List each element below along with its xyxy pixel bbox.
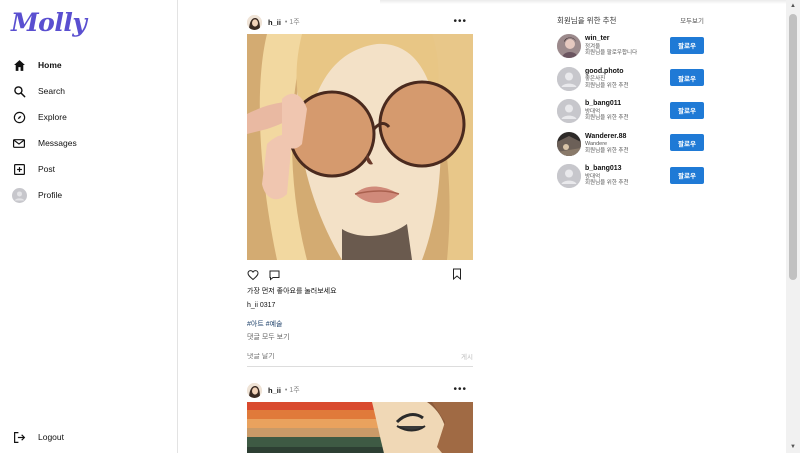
sidebar-item-label: Search bbox=[38, 86, 65, 96]
suggestion-item: b_bang011 방대억 회원님을 위한 추천 팔로우 bbox=[557, 98, 704, 125]
post: h_ii • 1주 ••• bbox=[247, 11, 473, 367]
suggestion-fullname: Wandere bbox=[585, 141, 608, 148]
sidebar-item-profile[interactable]: Profile bbox=[0, 182, 178, 208]
suggestion-item: good.photo 좋은사진 회원님을 위한 추천 팔로우 bbox=[557, 65, 704, 92]
bookmark-icon[interactable] bbox=[452, 268, 465, 281]
post-divider bbox=[247, 366, 473, 367]
suggestion-username[interactable]: b_bang011 bbox=[585, 100, 629, 108]
suggestions-header: 회원님을 위한 추천 모두보기 bbox=[557, 13, 704, 27]
suggestion-item: b_bang013 방대억 회원님을 위한 추천 팔로우 bbox=[557, 163, 704, 190]
comment-input[interactable] bbox=[247, 352, 397, 360]
avatar[interactable] bbox=[247, 382, 262, 398]
comment-icon[interactable] bbox=[268, 269, 281, 282]
sidebar-item-label: Profile bbox=[38, 190, 63, 200]
sidebar-item-label: Home bbox=[38, 60, 62, 70]
follow-button[interactable]: 팔로우 bbox=[670, 101, 704, 119]
follow-button[interactable]: 팔로우 bbox=[670, 69, 704, 86]
sidebar-item-search[interactable]: Search bbox=[0, 78, 178, 104]
avatar[interactable] bbox=[557, 131, 581, 156]
suggestion-reason: 회원님을 위한 추천 bbox=[585, 82, 629, 89]
see-all-link[interactable]: 모두보기 bbox=[680, 15, 704, 25]
avatar[interactable] bbox=[557, 66, 581, 91]
post-time: • 1주 bbox=[284, 387, 300, 394]
suggestion-text: good.photo 좋은사진 회원님을 위한 추천 bbox=[585, 68, 629, 90]
mail-icon bbox=[11, 135, 27, 151]
suggestion-reason: 회원님을 위한 추천 bbox=[585, 115, 629, 122]
suggestion-username[interactable]: good.photo bbox=[585, 68, 629, 76]
logout-icon bbox=[11, 429, 27, 445]
suggestions-title: 회원님을 위한 추천 bbox=[557, 15, 617, 25]
suggestion-username[interactable]: Wanderer.88 bbox=[585, 133, 629, 141]
view-all-comments-link[interactable]: 댓글 모두 보기 bbox=[247, 332, 473, 342]
suggestion-item: Wanderer.88 Wandere 회원님을 위한 추천 팔로우 bbox=[557, 130, 704, 157]
follow-button[interactable]: 팔로우 bbox=[670, 134, 704, 151]
suggestion-reason: 회원님을 위한 추천 bbox=[585, 147, 629, 154]
search-icon bbox=[11, 83, 27, 99]
suggestion-text: b_bang011 방대억 회원님을 위한 추천 bbox=[585, 100, 629, 122]
sidebar: Molly Home Search Explore Messages Post … bbox=[0, 0, 178, 453]
sidebar-item-label: Explore bbox=[38, 112, 67, 122]
post: h_ii • 1주 ••• bbox=[247, 379, 473, 453]
post-comment-button[interactable]: 게시 bbox=[461, 351, 473, 361]
post-hashtags[interactable]: #아트 #예술 bbox=[247, 319, 473, 329]
app-logo[interactable]: Molly bbox=[11, 8, 87, 37]
suggestion-username[interactable]: b_bang013 bbox=[585, 165, 629, 173]
avatar[interactable] bbox=[557, 99, 581, 123]
post-header: h_ii • 1주 ••• bbox=[247, 379, 473, 401]
more-options-icon[interactable]: ••• bbox=[453, 384, 467, 395]
comment-row: 게시 bbox=[247, 350, 473, 362]
sidebar-item-post[interactable]: Post bbox=[0, 156, 178, 182]
post-actions bbox=[247, 264, 473, 286]
sidebar-item-explore[interactable]: Explore bbox=[0, 104, 178, 130]
feed: h_ii • 1주 ••• 가장 먼저 좋아요를 눌러보세요 h_ii 0317… bbox=[247, 0, 473, 453]
avatar[interactable] bbox=[247, 14, 262, 30]
suggestion-text: b_bang013 방대억 회원님을 위한 추천 bbox=[585, 165, 629, 187]
home-icon bbox=[11, 57, 27, 73]
post-caption: h_ii 0317 bbox=[247, 302, 276, 309]
suggestion-fullname: 좋은사진 bbox=[585, 76, 606, 83]
likes-text: 가장 먼저 좋아요를 눌러보세요 bbox=[247, 288, 337, 295]
scrollbar-thumb[interactable] bbox=[789, 14, 797, 280]
logout-label: Logout bbox=[38, 432, 64, 442]
avatar[interactable] bbox=[557, 164, 581, 188]
post-image[interactable] bbox=[247, 34, 473, 260]
scroll-up-arrow-icon[interactable]: ▲ bbox=[789, 2, 797, 10]
logout-button[interactable]: Logout bbox=[11, 429, 64, 445]
scroll-down-arrow-icon[interactable]: ▼ bbox=[789, 443, 797, 451]
sidebar-item-home[interactable]: Home bbox=[0, 52, 178, 78]
sidebar-item-messages[interactable]: Messages bbox=[0, 130, 178, 156]
suggestion-reason: 회원님을 위한 추천 bbox=[585, 180, 629, 187]
heart-icon[interactable] bbox=[247, 269, 260, 282]
sidebar-nav: Home Search Explore Messages Post Profil… bbox=[0, 52, 178, 208]
follow-button[interactable]: 팔로우 bbox=[670, 166, 704, 184]
suggestion-item: win_ter 정겨울 회원님을 팔로우합니다 팔로우 bbox=[557, 33, 704, 60]
sidebar-item-label: Messages bbox=[38, 138, 77, 148]
suggestion-username[interactable]: win_ter bbox=[585, 35, 637, 43]
post-header: h_ii • 1주 ••• bbox=[247, 11, 473, 33]
post-time: • 1주 bbox=[284, 19, 300, 26]
sidebar-item-label: Post bbox=[38, 164, 56, 174]
post-image[interactable] bbox=[247, 402, 473, 453]
more-options-icon[interactable]: ••• bbox=[453, 16, 467, 27]
avatar-icon bbox=[11, 187, 27, 203]
follow-button[interactable]: 팔로우 bbox=[670, 36, 704, 54]
avatar[interactable] bbox=[557, 34, 581, 58]
suggestions-panel: 회원님을 위한 추천 모두보기 win_ter 정겨울 회원님을 팔로우합니다 … bbox=[557, 13, 704, 190]
post-username[interactable]: h_ii bbox=[268, 386, 281, 395]
compass-icon bbox=[11, 109, 27, 125]
suggestion-text: win_ter 정겨울 회원님을 팔로우합니다 bbox=[585, 35, 637, 57]
scrollbar[interactable]: ▲ ▼ bbox=[786, 0, 800, 453]
plus-square-icon bbox=[11, 161, 27, 177]
suggestion-reason: 회원님을 팔로우합니다 bbox=[585, 50, 638, 57]
suggestion-text: Wanderer.88 Wandere 회원님을 위한 추천 bbox=[585, 133, 629, 155]
post-username[interactable]: h_ii bbox=[268, 18, 281, 27]
